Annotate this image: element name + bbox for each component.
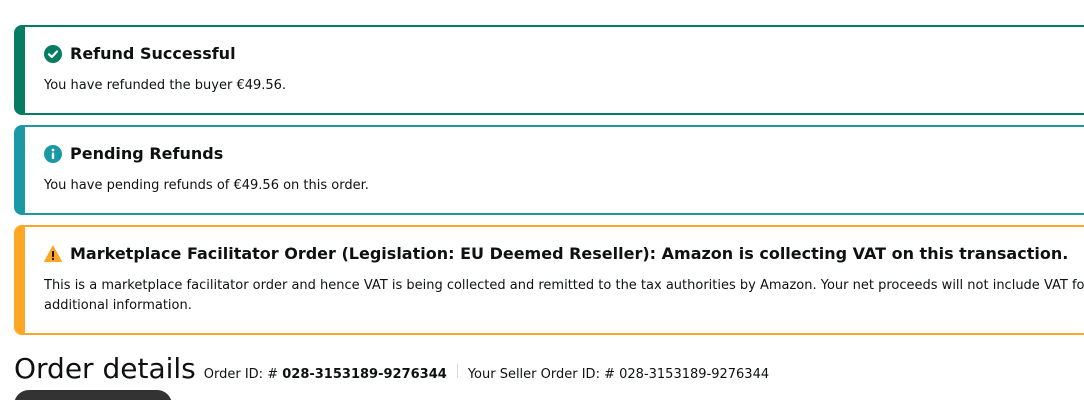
- pending-refunds-heading: Pending Refunds: [44, 143, 223, 165]
- vat-facilitator-message: This is a marketplace facilitator order …: [44, 276, 1084, 316]
- meta-divider: [456, 364, 458, 378]
- refund-success-heading: Refund Successful: [44, 43, 236, 65]
- vat-facilitator-message-line2: additional information.: [44, 298, 192, 313]
- seller-order-id-value: 028-3153189-9276344: [619, 367, 770, 382]
- action-button[interactable]: [14, 390, 172, 400]
- page: Refund Successful You have refunded the …: [0, 0, 1084, 400]
- check-circle-icon: [44, 45, 62, 63]
- order-id: Order ID: # 028-3153189-9276344: [204, 367, 447, 382]
- pending-refunds-title: Pending Refunds: [70, 144, 224, 163]
- refund-success-alert: Refund Successful You have refunded the …: [14, 25, 1084, 115]
- vat-facilitator-title: Marketplace Facilitator Order (Legislati…: [70, 244, 1069, 263]
- page-title: Order details: [14, 352, 196, 385]
- warning-triangle-icon: [44, 245, 62, 263]
- vat-facilitator-alert: Marketplace Facilitator Order (Legislati…: [14, 225, 1084, 335]
- seller-order-id: Your Seller Order ID: # 028-3153189-9276…: [468, 367, 769, 382]
- order-header: Order details Order ID: # 028-3153189-92…: [14, 352, 769, 386]
- info-circle-icon: [44, 145, 62, 163]
- pending-refunds-alert: Pending Refunds You have pending refunds…: [14, 125, 1084, 215]
- seller-order-id-label: Your Seller Order ID: #: [467, 367, 615, 382]
- order-id-value: 028-3153189-9276344: [282, 367, 447, 382]
- pending-refunds-message: You have pending refunds of €49.56 on th…: [44, 178, 369, 193]
- refund-success-title: Refund Successful: [70, 44, 236, 63]
- refund-success-message: You have refunded the buyer €49.56.: [44, 78, 287, 93]
- vat-facilitator-message-line1: This is a marketplace facilitator order …: [44, 278, 1084, 293]
- vat-facilitator-heading: Marketplace Facilitator Order (Legislati…: [44, 243, 1068, 265]
- order-id-label: Order ID: #: [203, 367, 279, 382]
